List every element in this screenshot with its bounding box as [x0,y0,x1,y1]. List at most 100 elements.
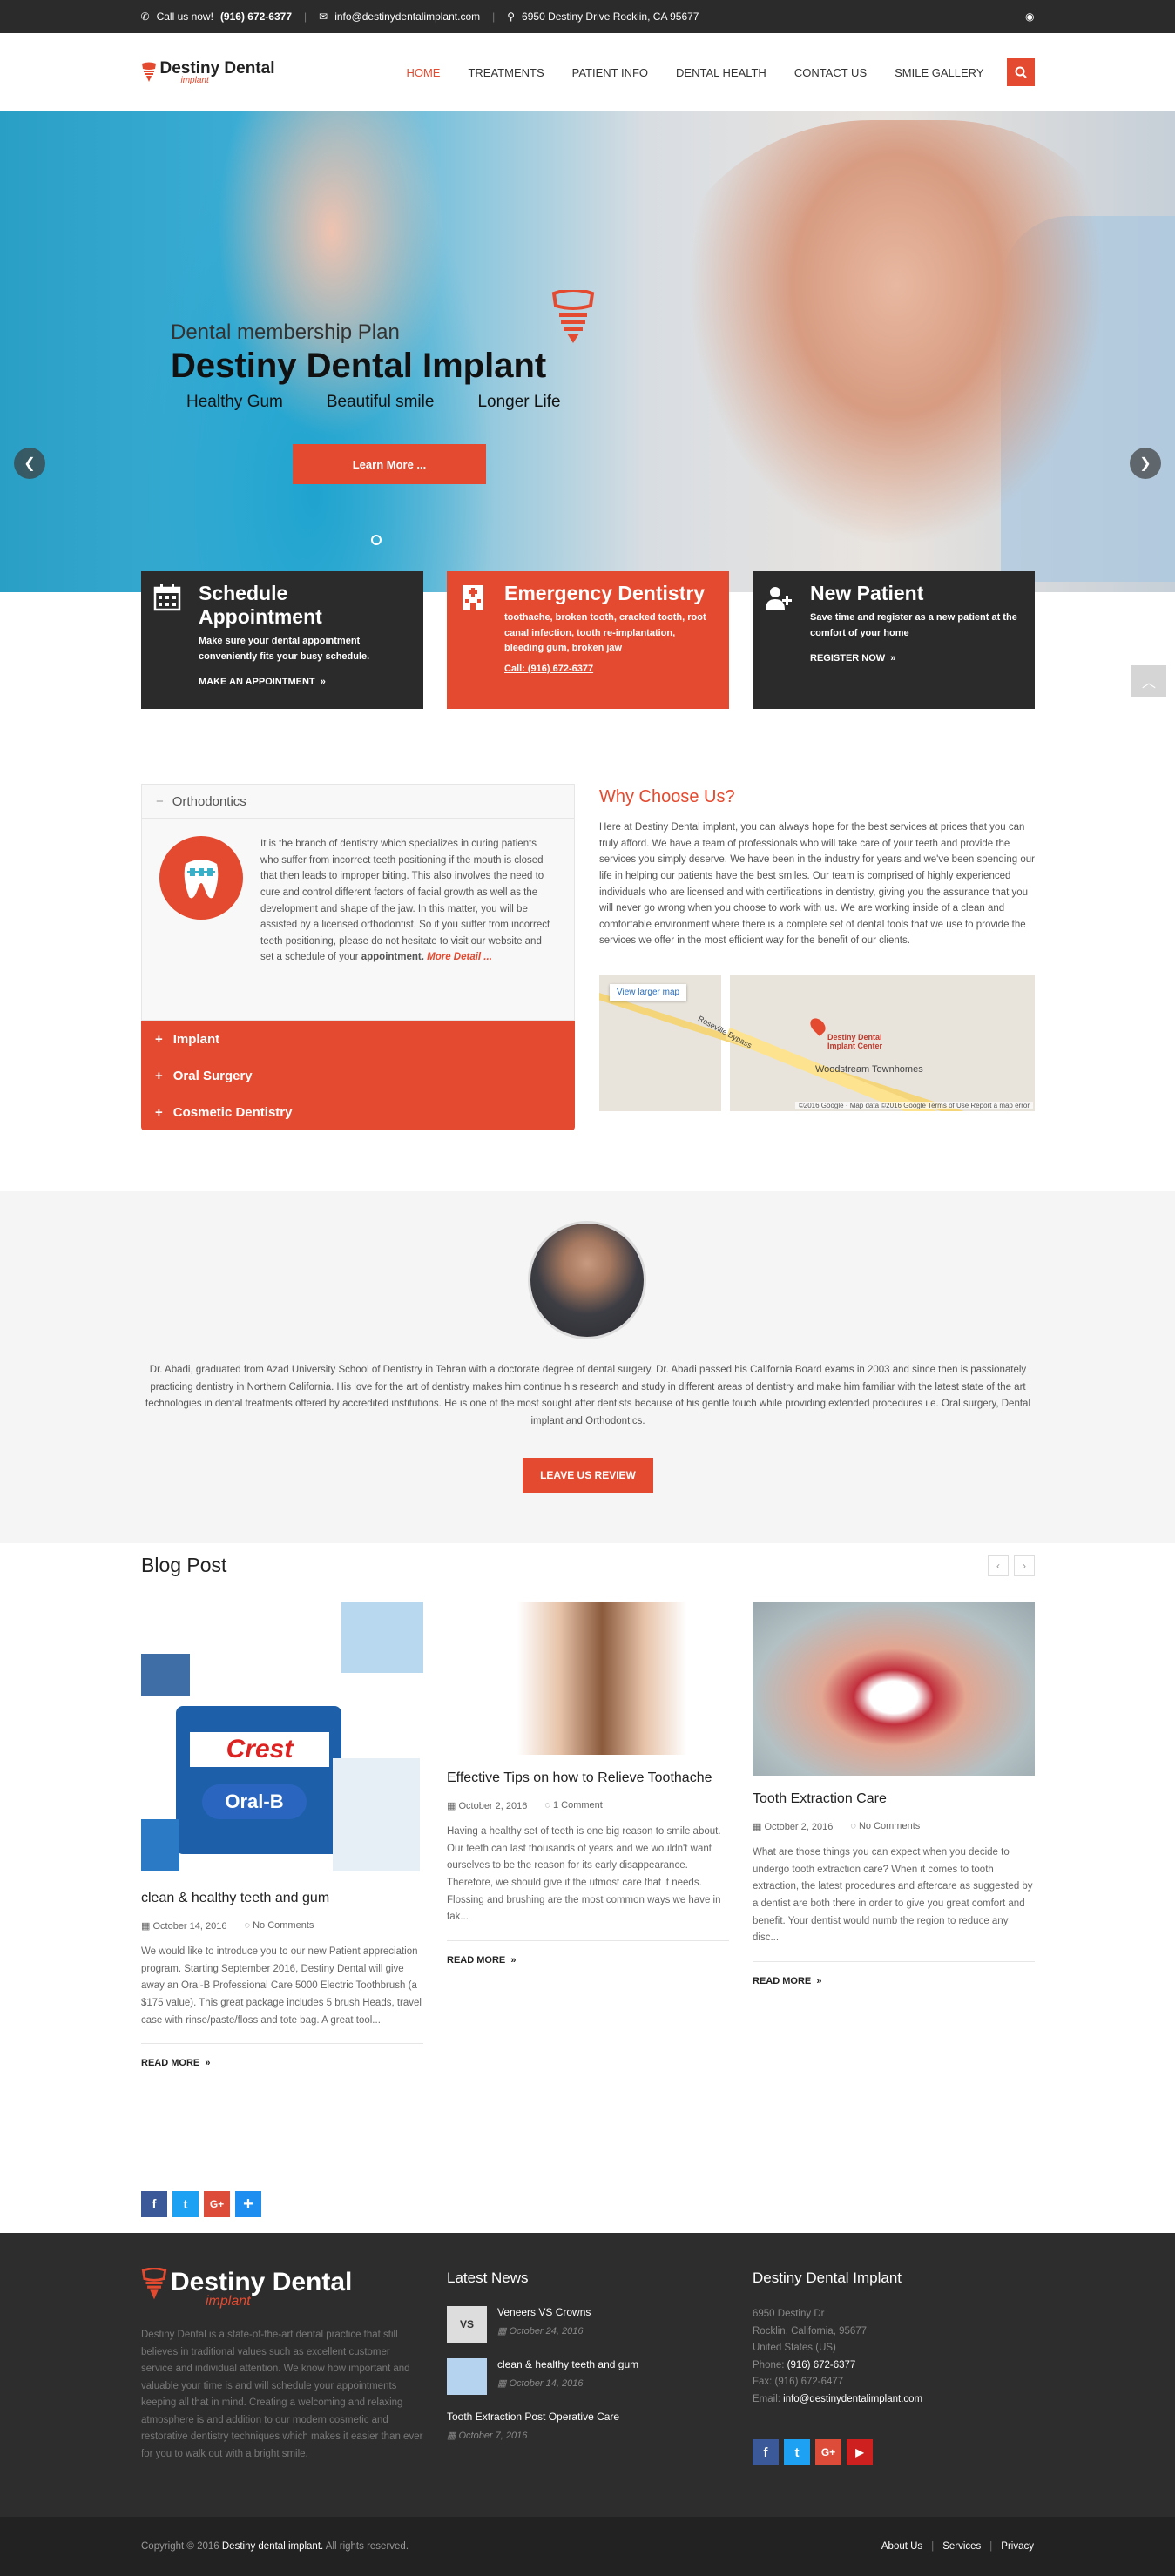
accordion-panel: It is the branch of dentistry which spec… [141,819,575,1021]
nav-home[interactable]: HOME [392,66,454,79]
footer-phone[interactable]: (916) 672-6377 [787,2360,856,2370]
plus-icon: + [155,1068,163,1083]
post-excerpt: What are those things you can expect whe… [753,1844,1035,1962]
post-title[interactable]: Tooth Extraction Care [753,1790,1035,1809]
slider-dot[interactable] [371,535,382,545]
news-item[interactable]: VS Veneers VS Crowns ▦ October 24, 2016 [447,2306,729,2343]
call-label: Call us now! [156,10,213,23]
twitter-icon[interactable]: t [172,2191,199,2217]
feature-title: Schedule Appointment [199,582,322,628]
chevron-up-icon: ︿ [1141,676,1156,691]
hospital-icon [463,585,483,610]
accordion-item-cosmetic-dentistry[interactable]: + Cosmetic Dentistry [141,1094,575,1130]
chevron-left-icon: ❮ [24,456,36,471]
twitter-icon[interactable]: t [784,2439,810,2466]
slider-next-button[interactable]: ❯ [1130,448,1161,479]
hero-tag: Longer Life [477,393,561,411]
feature-desc: Make sure your dental appointment conven… [199,636,370,662]
learn-more-button[interactable]: Learn More ... [293,444,486,484]
chevron-right-icon: ❯ [1139,456,1151,471]
facebook-icon[interactable]: f [753,2439,779,2466]
about-section: − Orthodontics It is the branch of denti… [141,784,1035,1130]
site-header: Destiny Dental implant HOME TREATMENTS P… [0,33,1175,111]
google-map[interactable]: View larger map Destiny Dental Implant C… [599,975,1035,1111]
search-button[interactable] [1006,58,1035,86]
accordion-item-orthodontics[interactable]: − Orthodontics [141,784,575,819]
top-email[interactable]: info@destinydentalimplant.com [334,10,480,23]
comment-icon: ◌ [544,1800,550,1811]
leave-review-button[interactable]: LEAVE US REVIEW [523,1458,653,1493]
map-pin-icon[interactable] [807,1015,829,1037]
top-phone[interactable]: (916) 672-6377 [220,10,292,23]
map-pin-label: Destiny Dental Implant Center [827,1033,883,1050]
emergency-call-link[interactable]: Call: (916) 672-6377 [504,664,717,674]
post-comments[interactable]: ◌ No Comments [244,1920,314,1932]
slider-prev-button[interactable]: ❮ [14,448,45,479]
nav-smile-gallery[interactable]: SMILE GALLERY [881,66,997,79]
tooth-braces-icon [159,836,243,920]
google-plus-icon[interactable]: G+ [815,2439,841,2466]
calendar-icon: ▦ [497,2326,507,2337]
share-plus-icon[interactable]: + [235,2191,261,2217]
accordion-item-oral-surgery[interactable]: + Oral Surgery [141,1057,575,1094]
news-item[interactable]: clean & healthy teeth and gum ▦ October 1… [447,2358,729,2395]
post-excerpt: Having a healthy set of teeth is one big… [447,1824,729,1941]
footer-logo[interactable]: Destiny Dental implant [141,2268,423,2310]
treatments-accordion: − Orthodontics It is the branch of denti… [141,784,575,1130]
blog-next-button[interactable]: › [1014,1555,1035,1576]
feature-schedule-appointment: Schedule Appointment Make sure your dent… [141,571,423,709]
hero-tag: Beautiful smile [326,393,435,411]
post-comments[interactable]: ◌ No Comments [850,1821,920,1832]
blog-post: Crest Oral-B clean & healthy teeth and g… [141,1602,423,2068]
nav-dental-health[interactable]: DENTAL HEALTH [662,66,780,79]
news-item[interactable]: Tooth Extraction Post Operative Care ▦ Oc… [447,2411,729,2441]
post-title[interactable]: Effective Tips on how to Relieve Toothac… [447,1769,729,1788]
post-image-tooth-extraction[interactable] [753,1602,1035,1776]
footer-link-privacy[interactable]: Privacy [1001,2541,1034,2552]
plus-icon: + [155,1104,163,1120]
view-larger-map-link[interactable]: View larger map [610,984,687,1001]
footer-email[interactable]: info@destinydentalimplant.com [783,2394,922,2404]
top-address: 6950 Destiny Drive Rocklin, CA 95677 [522,10,699,23]
more-detail-link[interactable]: More Detail ... [427,952,492,962]
nav-patient-info[interactable]: PATIENT INFO [558,66,662,79]
accordion-item-implant[interactable]: + Implant [141,1021,575,1057]
contact-address: 6950 Destiny Dr Rocklin, California, 956… [753,2309,923,2404]
footer-links: About Us | Services | Privacy [881,2541,1034,2552]
why-title: Why Choose Us? [599,787,735,806]
footer-link-services[interactable]: Services [942,2541,981,2552]
post-date: ▦ October 14, 2016 [141,1921,227,1932]
back-to-top-button[interactable]: ︿ [1131,665,1166,697]
read-more-link[interactable]: READ MORE » [141,2058,423,2068]
doctor-section: Dr. Abadi, graduated from Azad Universit… [0,1191,1175,1543]
minus-icon: − [156,793,164,809]
post-title[interactable]: clean & healthy teeth and gum [141,1889,423,1908]
rss-icon[interactable]: ◉ [1025,10,1034,23]
logo-name: Destiny Dental [159,58,275,78]
hero-caption: Dental membership Plan Destiny Dental Im… [171,320,561,412]
nav-treatments[interactable]: TREATMENTS [454,66,557,79]
site-logo[interactable]: Destiny Dental implant [141,58,275,85]
calendar-icon: ▦ [141,1921,151,1932]
feature-desc: Save time and register as a new patient … [810,612,1017,638]
news-item-title: clean & healthy teeth and gum [497,2358,639,2370]
post-comments[interactable]: ◌ 1 Comment [544,1800,602,1811]
read-more-link[interactable]: READ MORE » [447,1955,729,1966]
top-bar: ✆ Call us now! (916) 672-6377 | ✉ info@d… [0,0,1175,33]
facebook-icon[interactable]: f [141,2191,167,2217]
news-item-date: ▦ October 7, 2016 [447,2431,528,2441]
post-image-toothache[interactable] [447,1602,729,1755]
post-image-oral-b[interactable]: Crest Oral-B [141,1602,423,1875]
register-now-link[interactable]: REGISTER NOW » [810,653,1023,664]
feature-title: Emergency Dentistry [504,582,706,604]
blog-prev-button[interactable]: ‹ [988,1555,1009,1576]
make-appointment-link[interactable]: MAKE AN APPOINTMENT » [199,677,411,687]
read-more-link[interactable]: READ MORE » [753,1976,1035,1986]
google-plus-icon[interactable]: G+ [204,2191,230,2217]
map-area-label: Woodstream Townhomes [815,1064,923,1075]
footer-link-about-us[interactable]: About Us [881,2541,922,2552]
nav-contact-us[interactable]: CONTACT US [780,66,881,79]
youtube-icon[interactable]: ▶ [847,2439,873,2466]
copyright: Copyright © 2016 Destiny dental implant.… [141,2541,409,2552]
blog-section: Blog Post ‹ › Crest Oral-B clean & healt… [141,1543,1035,2068]
